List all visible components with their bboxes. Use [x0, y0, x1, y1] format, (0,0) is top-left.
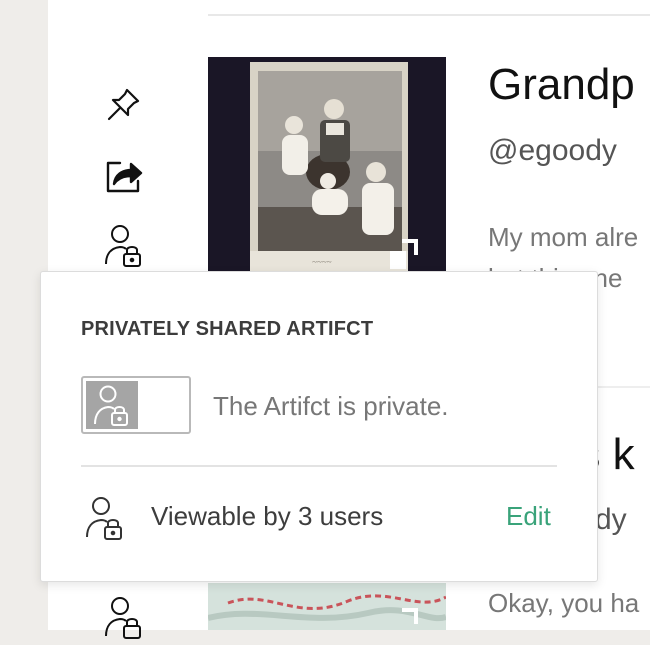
popover-divider	[81, 465, 557, 467]
artifact-photo[interactable]: ~~~~	[208, 57, 446, 272]
card-author-handle[interactable]: @egoody	[488, 134, 617, 168]
card-description-line: My mom alre	[488, 222, 639, 252]
svg-text:~~~~: ~~~~	[312, 257, 332, 267]
pin-icon[interactable]	[100, 80, 148, 128]
expand-icon[interactable]	[388, 239, 418, 269]
top-divider	[208, 14, 650, 16]
privacy-status-text: The Artifct is private.	[213, 391, 449, 421]
card-title[interactable]: Grandp	[488, 60, 635, 110]
privacy-popover: PRIVATELY SHARED ARTIFCT The Artifct is …	[40, 271, 598, 582]
privacy-toggle[interactable]	[81, 376, 191, 434]
private-user-icon	[81, 493, 129, 541]
popover-heading: PRIVATELY SHARED ARTIFCT	[81, 318, 374, 340]
private-user-icon-2[interactable]	[100, 592, 148, 640]
private-user-icon[interactable]	[100, 220, 148, 268]
private-user-icon	[86, 381, 138, 429]
edit-viewers-link[interactable]: Edit	[506, 501, 551, 532]
share-icon[interactable]	[100, 151, 148, 199]
card-description-2: Okay, you ha	[488, 588, 640, 618]
expand-icon-2[interactable]	[388, 608, 418, 630]
card-author-handle-2[interactable]: dy	[595, 503, 627, 537]
viewers-count-text: Viewable by 3 users	[151, 501, 384, 531]
artifact-photo-2[interactable]	[208, 583, 446, 630]
